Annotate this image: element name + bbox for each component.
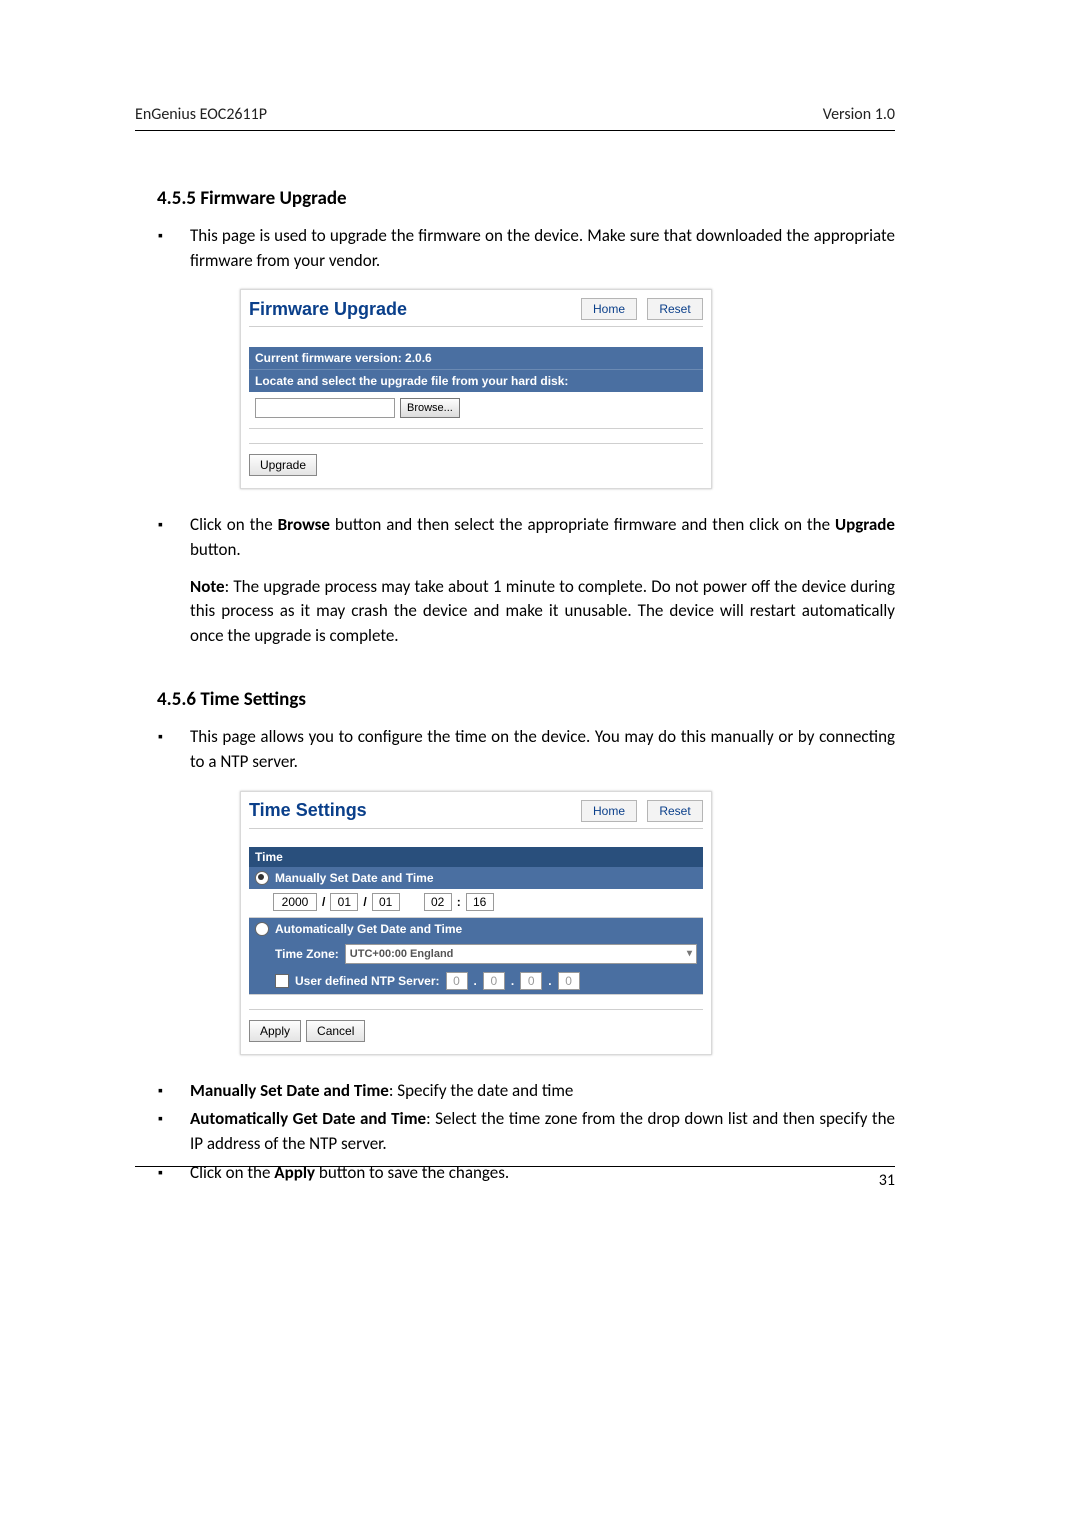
fw-upgrade-button[interactable]: Upgrade	[249, 454, 317, 476]
ts-ntp-ip-d[interactable]	[558, 972, 580, 990]
header-rule	[135, 130, 895, 131]
fw-note: Note: The upgrade process may take about…	[190, 575, 895, 649]
divider	[249, 326, 703, 327]
ts-year-input[interactable]	[273, 893, 317, 911]
firmware-upgrade-screenshot: Firmware Upgrade Home Reset Current firm…	[240, 289, 712, 489]
ts-ntp-label: User defined NTP Server:	[295, 974, 440, 988]
ts-day-input[interactable]	[372, 893, 400, 911]
footer-rule	[135, 1166, 895, 1167]
fw-reset-button[interactable]: Reset	[647, 298, 703, 320]
ts-cancel-button[interactable]: Cancel	[306, 1020, 365, 1042]
section-456-heading: 4.5.6 Time Settings	[157, 688, 895, 711]
ts-tz-label: Time Zone:	[275, 947, 339, 961]
section-455-intro: This page is used to upgrade the firmwar…	[190, 224, 895, 273]
chevron-down-icon: ▾	[687, 948, 692, 959]
ts-apply-button[interactable]: Apply	[249, 1020, 301, 1042]
time-settings-screenshot: Time Settings Home Reset Time Manually S…	[240, 791, 712, 1055]
ts-ntp-checkbox[interactable]	[275, 974, 289, 988]
ts-ntp-ip-c[interactable]	[520, 972, 542, 990]
ts-bullet-manual: Manually Set Date and Time: Specify the …	[190, 1079, 895, 1104]
ts-time-bar: Time	[249, 847, 703, 867]
fw-locate-label: Locate and select the upgrade file from …	[249, 369, 703, 392]
header-right: Version 1.0	[823, 105, 895, 124]
fw-home-button[interactable]: Home	[581, 298, 637, 320]
ts-tz-select[interactable]: UTC+00:00 England ▾	[345, 944, 697, 964]
ts-title: Time Settings	[249, 800, 367, 821]
ts-ntp-ip-b[interactable]	[483, 972, 505, 990]
page-header: EnGenius EOC2611P Version 1.0	[135, 105, 895, 124]
fw-title: Firmware Upgrade	[249, 299, 407, 320]
fw-file-input[interactable]	[255, 398, 395, 418]
ts-auto-radio[interactable]	[255, 922, 269, 936]
ts-manual-radio[interactable]	[255, 871, 269, 885]
ts-home-button[interactable]: Home	[581, 800, 637, 822]
section-455-heading: 4.5.5 Firmware Upgrade	[157, 187, 895, 210]
ts-bullet-auto: Automatically Get Date and Time: Select …	[190, 1107, 895, 1156]
header-left: EnGenius EOC2611P	[135, 105, 267, 124]
divider	[249, 1009, 703, 1010]
divider	[249, 443, 703, 444]
page-number: 31	[135, 1171, 895, 1190]
ts-min-input[interactable]	[466, 893, 494, 911]
ts-ntp-ip-a[interactable]	[446, 972, 468, 990]
ts-reset-button[interactable]: Reset	[647, 800, 703, 822]
divider	[249, 828, 703, 829]
ts-month-input[interactable]	[330, 893, 358, 911]
section-456-intro: This page allows you to configure the ti…	[190, 725, 895, 774]
ts-auto-label: Automatically Get Date and Time	[275, 922, 462, 936]
fw-browse-button[interactable]: Browse...	[400, 398, 460, 418]
ts-hour-input[interactable]	[424, 893, 452, 911]
fw-current-version: Current firmware version: 2.0.6	[249, 347, 703, 369]
ts-manual-label: Manually Set Date and Time	[275, 871, 434, 885]
fw-step-browse: Click on the Browse button and then sele…	[190, 513, 895, 562]
